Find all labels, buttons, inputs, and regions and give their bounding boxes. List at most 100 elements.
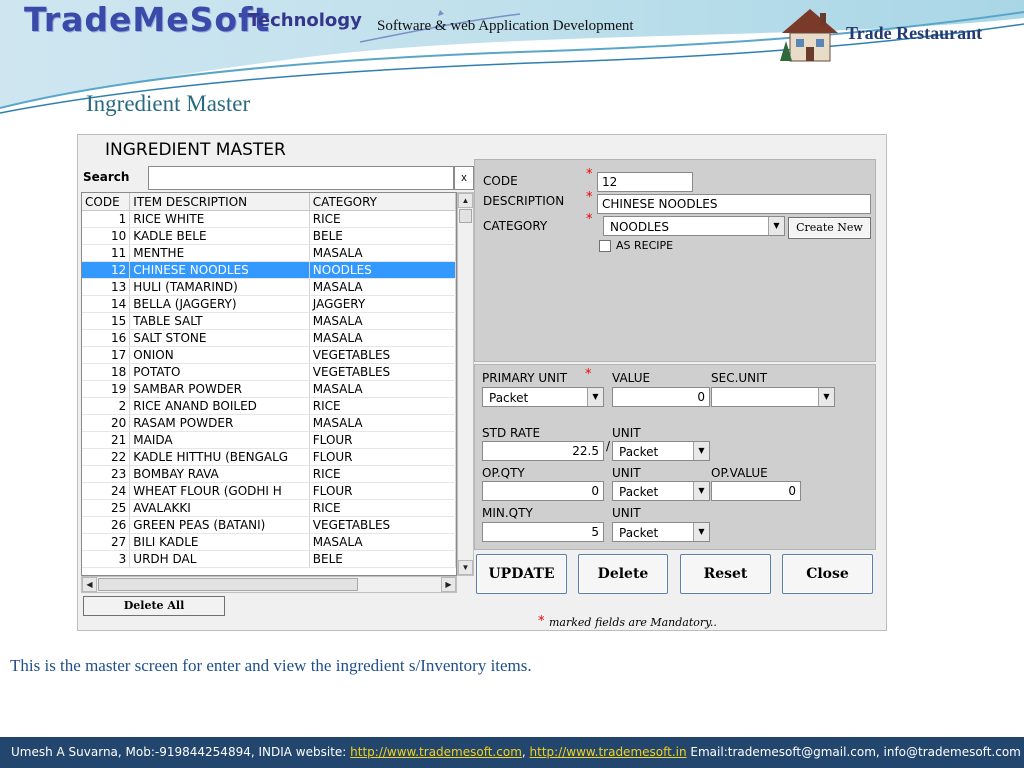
min-unit-select[interactable]: Packet ▼ bbox=[612, 522, 710, 542]
rate-unit-separator: / bbox=[606, 439, 611, 453]
search-clear-button[interactable]: x bbox=[454, 166, 474, 190]
cell-code: 10 bbox=[82, 227, 131, 245]
cell-category: NOODLES bbox=[309, 261, 456, 279]
description-field[interactable] bbox=[597, 194, 871, 214]
cell-item-description: CHINESE NOODLES bbox=[129, 261, 310, 279]
table-row[interactable]: 15 TABLE SALT MASALA bbox=[82, 312, 456, 330]
table-row[interactable]: 22 KADLE HITTHU (BENGALG FLOUR bbox=[82, 448, 456, 466]
op-unit-select[interactable]: Packet ▼ bbox=[612, 481, 710, 501]
op-qty-field[interactable] bbox=[482, 481, 604, 501]
scroll-down-icon[interactable]: ▼ bbox=[458, 560, 473, 575]
cell-item-description: BOMBAY RAVA bbox=[129, 465, 310, 483]
reset-button[interactable]: Reset bbox=[680, 554, 771, 594]
cell-code: 3 bbox=[82, 550, 131, 568]
cell-code: 25 bbox=[82, 499, 131, 517]
cell-category: MASALA bbox=[309, 278, 456, 296]
scroll-right-icon[interactable]: ▶ bbox=[441, 577, 456, 592]
cell-code: 13 bbox=[82, 278, 131, 296]
min-qty-label: MIN.QTY bbox=[482, 506, 533, 520]
chevron-down-icon[interactable]: ▼ bbox=[693, 482, 709, 500]
std-unit-label: UNIT bbox=[612, 426, 641, 440]
chevron-down-icon[interactable]: ▼ bbox=[587, 388, 603, 406]
std-unit-select[interactable]: Packet ▼ bbox=[612, 441, 710, 461]
cell-category: MASALA bbox=[309, 380, 456, 398]
cell-item-description: AVALAKKI bbox=[129, 499, 310, 517]
table-row[interactable]: 2 RICE ANAND BOILED RICE bbox=[82, 397, 456, 415]
update-button[interactable]: UPDATE bbox=[476, 554, 567, 594]
std-rate-label: STD RATE bbox=[482, 426, 541, 440]
scroll-thumb[interactable] bbox=[459, 209, 472, 223]
cell-item-description: URDH DAL bbox=[129, 550, 310, 568]
table-row[interactable]: 10 KADLE BELE BELE bbox=[82, 227, 456, 245]
grid-horizontal-scrollbar[interactable]: ◀ ▶ bbox=[81, 576, 457, 593]
scroll-thumb[interactable] bbox=[98, 578, 358, 591]
table-row[interactable]: 18 POTATO VEGETABLES bbox=[82, 363, 456, 381]
cell-code: 18 bbox=[82, 363, 131, 381]
table-row[interactable]: 25 AVALAKKI RICE bbox=[82, 499, 456, 517]
cell-code: 23 bbox=[82, 465, 131, 483]
table-row[interactable]: 23 BOMBAY RAVA RICE bbox=[82, 465, 456, 483]
delete-all-button[interactable]: Delete All bbox=[83, 596, 225, 616]
cell-category: FLOUR bbox=[309, 448, 456, 466]
cell-category: MASALA bbox=[309, 414, 456, 432]
code-label: CODE bbox=[483, 174, 518, 188]
as-recipe-label: AS RECIPE bbox=[616, 239, 674, 252]
min-unit-value: Packet bbox=[619, 526, 659, 540]
cell-code: 17 bbox=[82, 346, 131, 364]
primary-unit-select[interactable]: Packet ▼ bbox=[482, 387, 604, 407]
table-row[interactable]: 3 URDH DAL BELE bbox=[82, 550, 456, 568]
table-row[interactable]: 11 MENTHE MASALA bbox=[82, 244, 456, 262]
table-row[interactable]: 14 BELLA (JAGGERY) JAGGERY bbox=[82, 295, 456, 313]
cell-category: MASALA bbox=[309, 244, 456, 262]
cell-category: VEGETABLES bbox=[309, 516, 456, 534]
op-value-field[interactable] bbox=[711, 481, 801, 501]
website-link-com[interactable]: http://www.trademesoft.com bbox=[350, 745, 522, 759]
scroll-left-icon[interactable]: ◀ bbox=[82, 577, 97, 592]
table-row[interactable]: 12 CHINESE NOODLES NOODLES bbox=[82, 261, 456, 279]
unit-details-panel: PRIMARY UNIT * VALUE SEC.UNIT Packet ▼ ▼… bbox=[474, 364, 876, 550]
column-header-category[interactable]: CATEGORY bbox=[309, 193, 456, 211]
value-field[interactable] bbox=[612, 387, 710, 407]
table-row[interactable]: 27 BILI KADLE MASALA bbox=[82, 533, 456, 551]
table-row[interactable]: 26 GREEN PEAS (BATANI) VEGETABLES bbox=[82, 516, 456, 534]
search-input[interactable] bbox=[148, 166, 454, 190]
create-new-button[interactable]: Create New bbox=[788, 217, 871, 239]
table-row[interactable]: 17 ONION VEGETABLES bbox=[82, 346, 456, 364]
table-row[interactable]: 16 SALT STONE MASALA bbox=[82, 329, 456, 347]
cell-item-description: KADLE BELE bbox=[129, 227, 310, 245]
table-header-row: CODE ITEM DESCRIPTION CATEGORY bbox=[82, 193, 456, 211]
scroll-up-icon[interactable]: ▲ bbox=[458, 193, 473, 208]
chevron-down-icon[interactable]: ▼ bbox=[768, 217, 784, 235]
category-select[interactable]: NOODLES ▼ bbox=[603, 216, 785, 236]
chevron-down-icon[interactable]: ▼ bbox=[693, 523, 709, 541]
op-value-label: OP.VALUE bbox=[711, 466, 768, 480]
as-recipe-checkbox[interactable] bbox=[599, 240, 611, 252]
code-field[interactable] bbox=[597, 172, 693, 192]
std-rate-field[interactable] bbox=[482, 441, 604, 461]
table-row[interactable]: 13 HULI (TAMARIND) MASALA bbox=[82, 278, 456, 296]
cell-category: FLOUR bbox=[309, 431, 456, 449]
chevron-down-icon[interactable]: ▼ bbox=[818, 388, 834, 406]
required-marker: * bbox=[586, 167, 593, 182]
close-button[interactable]: Close bbox=[782, 554, 873, 594]
column-header-code[interactable]: CODE bbox=[82, 193, 131, 211]
grid-vertical-scrollbar[interactable]: ▲ ▼ bbox=[457, 192, 474, 576]
table-row[interactable]: 1 RICE WHITE RICE bbox=[82, 210, 456, 228]
table-row[interactable]: 24 WHEAT FLOUR (GODHI H FLOUR bbox=[82, 482, 456, 500]
table-row[interactable]: 20 RASAM POWDER MASALA bbox=[82, 414, 456, 432]
table-row[interactable]: 21 MAIDA FLOUR bbox=[82, 431, 456, 449]
sec-unit-select[interactable]: ▼ bbox=[711, 387, 835, 407]
cell-item-description: POTATO bbox=[129, 363, 310, 381]
footer-contact: Umesh A Suvarna, Mob:-919844254894, INDI… bbox=[11, 745, 351, 759]
delete-button[interactable]: Delete bbox=[578, 554, 668, 594]
cell-code: 22 bbox=[82, 448, 131, 466]
website-link-in[interactable]: http://www.trademesoft.in bbox=[530, 745, 687, 759]
chevron-down-icon[interactable]: ▼ bbox=[693, 442, 709, 460]
cell-code: 1 bbox=[82, 210, 131, 228]
min-qty-field[interactable] bbox=[482, 522, 604, 542]
table-row[interactable]: 19 SAMBAR POWDER MASALA bbox=[82, 380, 456, 398]
category-label: CATEGORY bbox=[483, 219, 548, 233]
ingredient-grid[interactable]: CODE ITEM DESCRIPTION CATEGORY 1 RICE WHI… bbox=[81, 192, 457, 576]
column-header-item-description[interactable]: ITEM DESCRIPTION bbox=[129, 193, 310, 211]
cell-item-description: RICE WHITE bbox=[129, 210, 310, 228]
